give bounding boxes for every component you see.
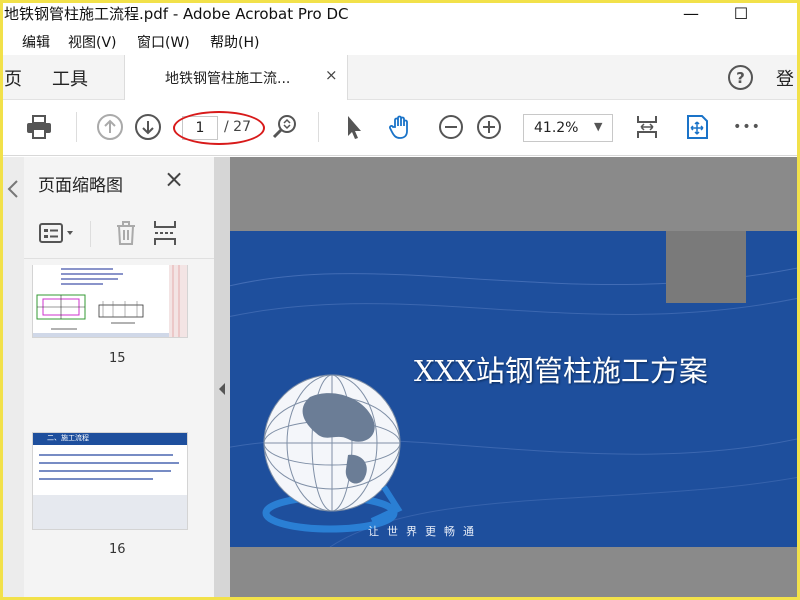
toolbar-separator bbox=[76, 112, 77, 142]
collapse-panel-icon[interactable] bbox=[214, 379, 230, 399]
thumbnail-list: 15 二、施工流程 16 bbox=[24, 265, 194, 600]
tab-document[interactable]: 地铁钢管柱施工流... × bbox=[124, 55, 348, 100]
tab-close-icon[interactable]: × bbox=[325, 66, 338, 84]
menu-help[interactable]: 帮助(H) bbox=[210, 32, 259, 52]
maximize-button[interactable]: ☐ bbox=[726, 2, 756, 24]
tab-document-label: 地铁钢管柱施工流... bbox=[165, 71, 291, 87]
panel-close-icon[interactable]: × bbox=[164, 165, 184, 193]
more-options-icon[interactable]: ••• bbox=[732, 112, 762, 142]
menu-bar: 编辑 视图(V) 窗口(W) 帮助(H) bbox=[0, 30, 800, 54]
tab-home[interactable]: 页 bbox=[4, 65, 22, 91]
menu-view[interactable]: 视图(V) bbox=[68, 32, 117, 52]
login-button[interactable]: 登 bbox=[776, 65, 794, 91]
help-icon[interactable]: ? bbox=[728, 65, 753, 90]
document-view[interactable]: XXX站钢管柱施工方案 让世界更畅通 bbox=[230, 157, 797, 600]
title-bar: 地铁钢管柱施工流程.pdf - Adobe Acrobat Pro DC — ☐ bbox=[0, 0, 800, 28]
thumbnail-options-icon[interactable] bbox=[38, 222, 78, 246]
slide-gray-block bbox=[666, 231, 746, 303]
full-screen-icon[interactable] bbox=[682, 112, 712, 142]
zoom-in-icon[interactable] bbox=[474, 112, 504, 142]
red-annotation-ellipse bbox=[173, 111, 265, 145]
delete-page-icon[interactable] bbox=[113, 219, 139, 247]
chevron-down-icon: ▼ bbox=[594, 120, 603, 133]
thumbnail-page-number-16: 16 bbox=[109, 542, 126, 557]
slide-title: XXX站钢管柱施工方案 bbox=[414, 354, 708, 388]
tab-bar: 页 工具 地铁钢管柱施工流... × ? 登 bbox=[0, 55, 800, 100]
thumbnail-text-lines bbox=[33, 445, 187, 529]
previous-page-icon[interactable] bbox=[95, 112, 125, 142]
collapse-arrow-icon[interactable] bbox=[0, 173, 24, 213]
fit-page-icon[interactable] bbox=[632, 112, 662, 142]
page-thumbnail-15[interactable] bbox=[33, 265, 187, 337]
menu-edit[interactable]: 编辑 bbox=[22, 32, 50, 52]
panel-toolbar bbox=[24, 209, 214, 259]
panel-splitter[interactable] bbox=[214, 157, 230, 600]
print-icon[interactable] bbox=[24, 112, 54, 142]
zoom-marquee-icon[interactable] bbox=[270, 112, 300, 142]
zoom-level-value: 41.2% bbox=[534, 120, 579, 136]
panel-separator bbox=[90, 221, 91, 247]
window-title: 地铁钢管柱施工流程.pdf - Adobe Acrobat Pro DC bbox=[4, 5, 349, 23]
minimize-button[interactable]: — bbox=[676, 2, 706, 24]
hand-tool-icon[interactable] bbox=[386, 112, 416, 142]
next-page-icon[interactable] bbox=[133, 112, 163, 142]
navigation-strip bbox=[0, 157, 24, 600]
page-layout-icon[interactable] bbox=[152, 219, 182, 247]
thumbnail-page-number-15: 15 bbox=[109, 351, 126, 366]
thumbnail-heading: 二、施工流程 bbox=[47, 434, 89, 442]
toolbar: 1 / 27 41.2% ▼ ••• bbox=[0, 100, 800, 156]
panel-title: 页面缩略图 bbox=[38, 176, 123, 196]
globe-logo-icon bbox=[262, 374, 403, 533]
thumbnails-panel: 页面缩略图 × 15 二、施工流程 16 bbox=[24, 157, 230, 600]
select-cursor-icon[interactable] bbox=[338, 112, 368, 142]
toolbar-separator bbox=[318, 112, 319, 142]
tab-tools[interactable]: 工具 bbox=[52, 65, 88, 91]
thumbnail-diagram-image bbox=[33, 265, 187, 337]
menu-window[interactable]: 窗口(W) bbox=[137, 32, 190, 52]
slide-subtitle: 让世界更畅通 bbox=[368, 525, 482, 538]
slide-page: XXX站钢管柱施工方案 让世界更畅通 bbox=[230, 231, 797, 547]
zoom-out-icon[interactable] bbox=[436, 112, 466, 142]
page-thumbnail-16[interactable]: 二、施工流程 bbox=[33, 433, 187, 529]
zoom-level-select[interactable]: 41.2% ▼ bbox=[523, 114, 613, 142]
